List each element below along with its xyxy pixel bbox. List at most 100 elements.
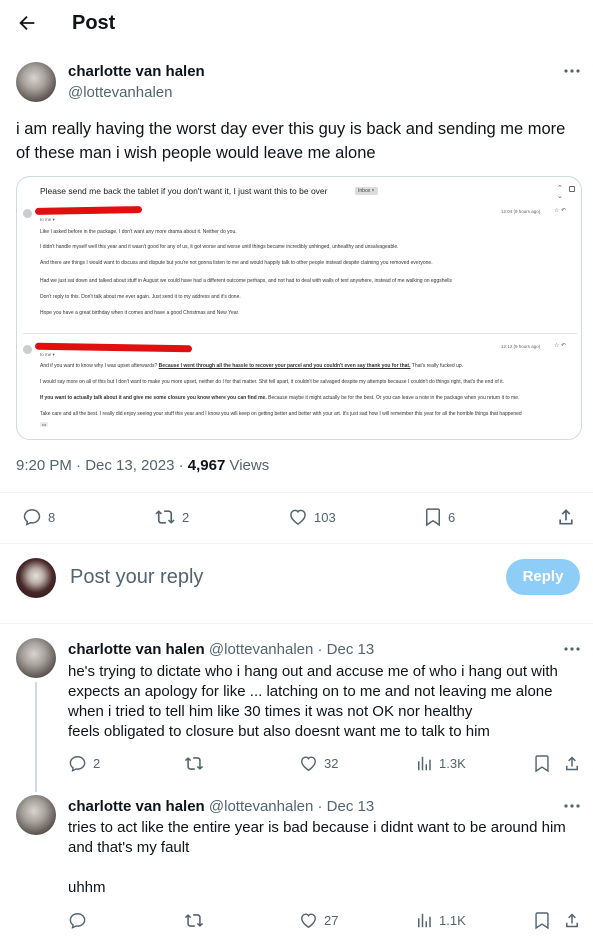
email-icons-1: ☆ ↶	[554, 208, 567, 214]
author-handle[interactable]: @lottevanhalen	[68, 84, 172, 101]
email-to-2: to me ▾	[40, 352, 55, 357]
email-top-icons: ⌃ ⌄	[557, 185, 563, 200]
like-count: 27	[324, 913, 339, 928]
print-icon	[569, 186, 575, 192]
like-button[interactable]: 27	[299, 911, 338, 930]
reply-button[interactable]: 2	[68, 754, 100, 773]
reply-meta: @lottevanhalen · Dec 13	[208, 641, 375, 658]
attached-image[interactable]: Please send me back the tablet if you do…	[16, 176, 582, 440]
email-msg2-line1b: Because I went through all the hassle to…	[158, 363, 411, 369]
email-time-1: 12:04 (9 hours ago)	[501, 209, 541, 214]
avatar[interactable]	[16, 638, 56, 678]
email-msg1-line: Had we just sat down and talked about st…	[40, 278, 453, 284]
author-name[interactable]: charlotte van halen	[68, 63, 205, 80]
views-button[interactable]: 1.3K	[415, 754, 466, 773]
reply-text: he's trying to dictate who i hang out an…	[68, 663, 558, 740]
like-count: 103	[314, 509, 336, 525]
reply-text: tries to act like the entire year is bad…	[68, 819, 566, 896]
email-divider	[23, 333, 577, 334]
avatar[interactable]	[16, 795, 56, 835]
reply-author-name[interactable]: charlotte van halen	[68, 798, 205, 815]
repost-count: 2	[182, 509, 190, 525]
more-options-icon[interactable]	[563, 68, 581, 76]
email-msg2-line3a: If you want to actually talk about it an…	[40, 395, 267, 401]
share-icon[interactable]	[556, 507, 576, 527]
like-count: 32	[324, 756, 339, 771]
bookmark-icon	[426, 508, 440, 527]
inbox-badge: Inbox ×	[355, 187, 378, 195]
email-msg2-line1: And if you want to know why I was upset …	[40, 363, 463, 369]
repost-button[interactable]	[184, 754, 210, 773]
more-options-icon[interactable]	[563, 803, 581, 809]
views-button[interactable]: 1.1K	[415, 911, 466, 930]
bookmark-icon[interactable]	[534, 754, 550, 773]
analytics-icon	[418, 913, 431, 928]
repost-button[interactable]: 2	[154, 507, 189, 527]
heart-icon	[290, 509, 306, 525]
views-count: 1.3K	[439, 756, 466, 771]
reply-button[interactable]: 8	[22, 507, 55, 527]
post-text: i am really having the worst day ever th…	[16, 120, 566, 162]
email-msg2-line3b: Because maybe it might actually be for t…	[266, 395, 520, 401]
email-msg1-line: Don't reply to this. Don't talk about me…	[40, 294, 241, 300]
divider	[0, 492, 593, 493]
repost-icon	[184, 914, 204, 927]
email-time-2: 12:12 (9 hours ago)	[501, 344, 541, 349]
reply-submit-button[interactable]: Reply	[506, 559, 580, 595]
heart-icon	[301, 913, 316, 929]
repost-button[interactable]	[184, 911, 210, 930]
email-msg1-line: I didn't handle myself well this year an…	[40, 244, 399, 250]
bookmark-button[interactable]: 6	[424, 507, 455, 527]
share-icon[interactable]	[563, 754, 581, 773]
sender-avatar-1	[23, 209, 32, 218]
reply-icon	[69, 756, 86, 772]
reply-button[interactable]	[68, 911, 93, 930]
thread-line	[35, 682, 37, 792]
post-timestamp: 9:20 PM · Dec 13, 2023 · 4,967 Views	[16, 457, 269, 474]
email-msg1-line: And there are things I would want to dis…	[40, 260, 433, 266]
divider	[0, 543, 593, 544]
email-to-1: to me ▾	[40, 217, 55, 222]
sender-avatar-2	[23, 345, 32, 354]
reply-count: 2	[93, 756, 101, 771]
views-label: Views	[225, 457, 270, 474]
reply-input[interactable]: Post your reply	[70, 566, 203, 589]
reply-author: charlotte van halen @lottevanhalen · Dec…	[68, 641, 374, 658]
bookmark-count: 6	[448, 509, 456, 525]
email-msg2-line4: Take care and all the best. I really did…	[40, 411, 522, 417]
repost-icon	[155, 510, 175, 524]
redaction-mark-1	[34, 206, 143, 215]
email-icons-2: ☆ ↶	[554, 343, 567, 349]
reply-icon	[23, 509, 41, 526]
email-msg1-line: Hope you have a great birthday when it c…	[40, 310, 240, 316]
views-count: 4,967	[187, 457, 226, 474]
analytics-icon	[418, 756, 431, 771]
heart-icon	[301, 756, 316, 772]
current-user-avatar[interactable]	[16, 558, 56, 598]
like-button[interactable]: 32	[299, 754, 338, 773]
email-msg2-line3: If you want to actually talk about it an…	[40, 395, 519, 401]
timestamp-text: 9:20 PM · Dec 13, 2023 ·	[16, 457, 188, 474]
more-options-icon[interactable]	[563, 646, 581, 652]
divider	[0, 623, 593, 624]
reply-icon	[69, 913, 86, 929]
back-arrow-icon[interactable]	[16, 12, 38, 34]
email-msg2-line2: I would say more on all of this but I do…	[40, 379, 505, 385]
bookmark-icon[interactable]	[534, 911, 550, 930]
repost-icon	[184, 757, 204, 770]
email-subject: Please send me back the tablet if you do…	[40, 186, 328, 196]
reply-meta: @lottevanhalen · Dec 13	[208, 798, 375, 815]
reply-count: 8	[48, 509, 56, 525]
page-title: Post	[72, 12, 116, 34]
views-count: 1.1K	[439, 913, 466, 928]
email-ellipsis: •••	[40, 422, 49, 427]
share-icon[interactable]	[563, 911, 581, 930]
like-button[interactable]: 103	[288, 507, 336, 527]
reply-author-name[interactable]: charlotte van halen	[68, 641, 205, 658]
email-msg1-line: Like I asked before in the package. I do…	[40, 229, 237, 235]
email-msg2-line1a: And if you want to know why I was upset …	[40, 363, 159, 369]
email-msg2-line1c: That's really fucked up.	[410, 363, 464, 369]
reply-author: charlotte van halen @lottevanhalen · Dec…	[68, 798, 374, 815]
redaction-mark-2	[34, 342, 193, 353]
avatar[interactable]	[16, 62, 56, 102]
